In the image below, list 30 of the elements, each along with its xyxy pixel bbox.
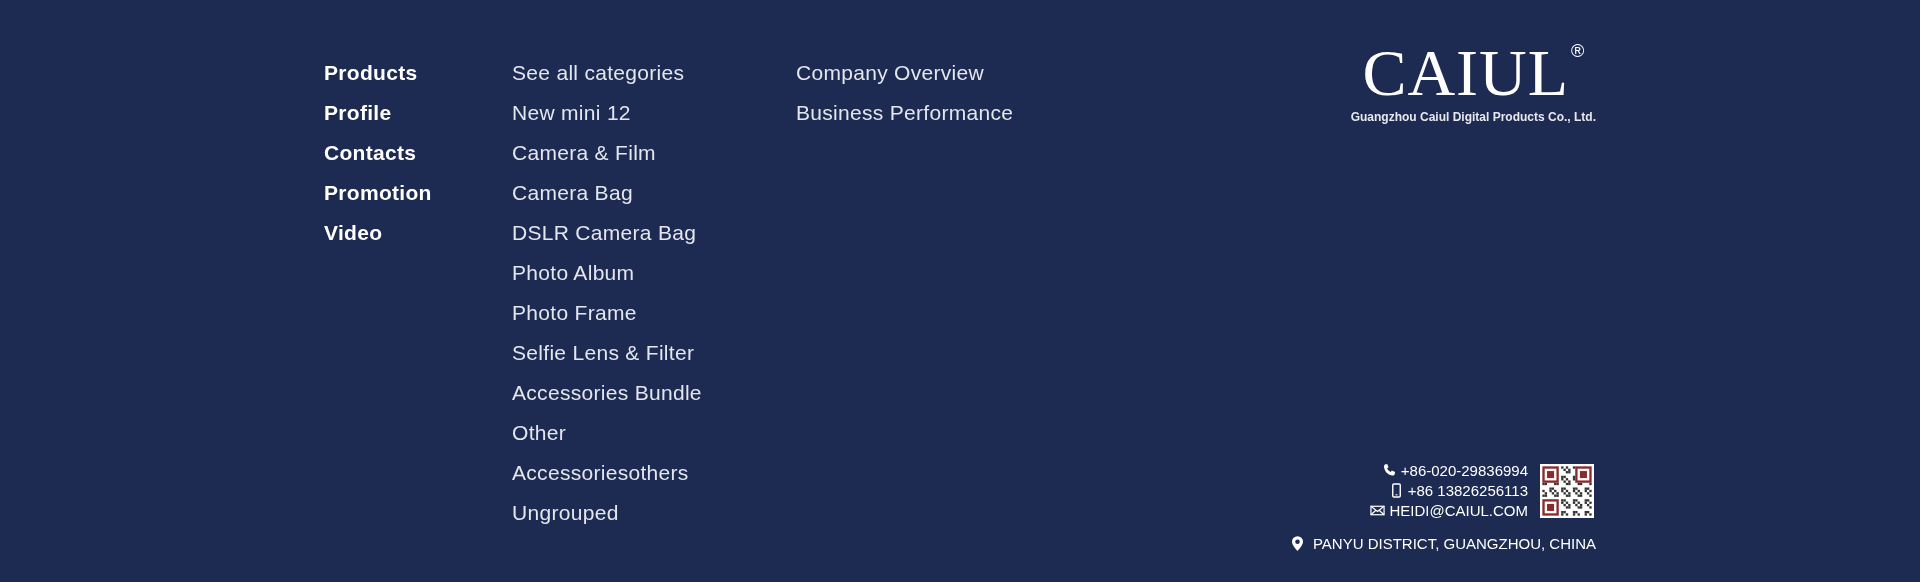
category-link[interactable]: Photo Frame	[512, 300, 796, 325]
category-link[interactable]: Accessories Bundle	[512, 380, 796, 405]
category-link[interactable]: Accessoriesothers	[512, 460, 796, 485]
footer-nav-link[interactable]: Products	[324, 60, 512, 85]
category-link[interactable]: Other	[512, 420, 796, 445]
category-link[interactable]: Camera & Film	[512, 140, 796, 165]
location-pin-icon	[1291, 536, 1303, 551]
category-link[interactable]: Selfie Lens & Filter	[512, 340, 796, 365]
footer-nav-link[interactable]: Contacts	[324, 140, 512, 165]
category-link[interactable]: Ungrouped	[512, 500, 796, 525]
brand-logo: CAIUL	[1362, 42, 1570, 104]
registered-mark: ®	[1571, 42, 1585, 60]
category-link[interactable]: Camera Bag	[512, 180, 796, 205]
company-link[interactable]: Company Overview	[796, 60, 1096, 85]
category-link[interactable]: Photo Album	[512, 260, 796, 285]
footer-nav-link[interactable]: Promotion	[324, 180, 512, 205]
contact-text: +86 13826256113	[1407, 482, 1528, 499]
contact-text: HEIDI@CAIUL.COM	[1389, 502, 1528, 519]
qr-code	[1540, 462, 1594, 519]
phone-icon	[1381, 463, 1397, 478]
footer-nav-link[interactable]: Profile	[324, 100, 512, 125]
company-name: Guangzhou Caiul Digital Products Co., Ltd.	[1350, 110, 1596, 124]
category-link[interactable]: See all categories	[512, 60, 796, 85]
category-link[interactable]: New mini 12	[512, 100, 796, 125]
mail-icon	[1370, 503, 1386, 518]
company-link[interactable]: Business Performance	[796, 100, 1096, 125]
address-text: PANYU DISTRICT, GUANGZHOU, CHINA	[1312, 535, 1596, 552]
contact-text: +86-020-29836994	[1400, 462, 1528, 479]
category-link[interactable]: DSLR Camera Bag	[512, 220, 796, 245]
footer-nav-link[interactable]: Video	[324, 220, 512, 245]
